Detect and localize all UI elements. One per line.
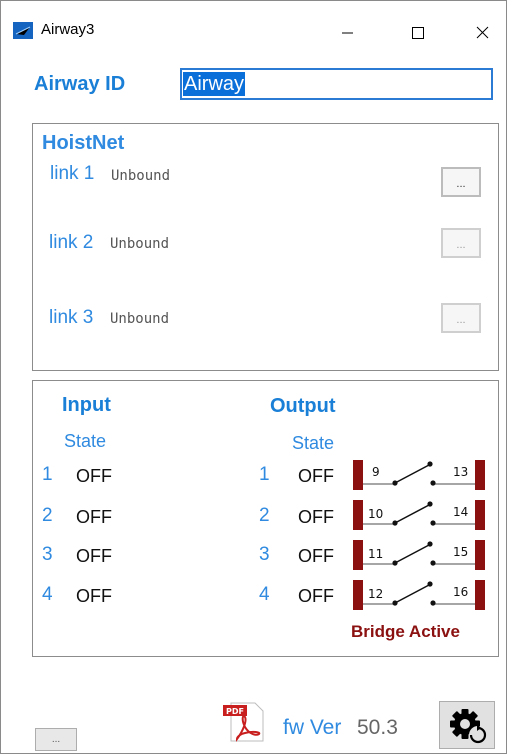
footer-more-button[interactable]: ... bbox=[35, 728, 77, 751]
window-title: Airway3 bbox=[41, 21, 95, 38]
airway-id-label: Airway ID bbox=[34, 73, 126, 95]
output-state-label: State bbox=[292, 433, 335, 453]
bridge-status: Bridge Active bbox=[351, 622, 460, 641]
input-4-number: 4 bbox=[42, 584, 53, 605]
relay-3-left-pin: 11 bbox=[368, 547, 383, 561]
output-4-number: 4 bbox=[259, 584, 270, 605]
minimize-icon bbox=[342, 32, 353, 34]
input-1-number: 1 bbox=[42, 464, 53, 485]
output-2-state: OFF bbox=[298, 507, 334, 527]
link-2-status: Unbound bbox=[110, 236, 170, 252]
minimize-button[interactable] bbox=[324, 9, 370, 49]
pdf-manual-icon[interactable]: PDF bbox=[223, 701, 265, 743]
close-icon bbox=[476, 26, 489, 39]
pdf-badge-text: PDF bbox=[226, 707, 244, 716]
firmware-version-value: 50.3 bbox=[357, 716, 398, 739]
output-1-state: OFF bbox=[298, 466, 334, 486]
link-1-label: link 1 bbox=[50, 163, 95, 184]
relay-2-left-pin: 10 bbox=[368, 507, 383, 521]
output-3-number: 3 bbox=[259, 544, 270, 565]
maximize-icon bbox=[412, 27, 424, 39]
app-logo-icon bbox=[13, 22, 33, 39]
input-1-state: OFF bbox=[76, 466, 112, 486]
airway-id-selected-text: Airway bbox=[183, 72, 246, 96]
relay-switch-1-icon: 9 13 bbox=[353, 460, 485, 490]
settings-refresh-button[interactable] bbox=[439, 701, 495, 749]
input-2-state: OFF bbox=[76, 507, 112, 527]
output-4-state: OFF bbox=[298, 586, 334, 606]
title-bar[interactable]: Airway3 bbox=[1, 1, 506, 57]
hoistnet-title: HoistNet bbox=[42, 132, 125, 154]
input-title: Input bbox=[62, 394, 111, 416]
link-2-label: link 2 bbox=[49, 232, 94, 253]
hoistnet-group bbox=[32, 123, 499, 371]
input-state-label: State bbox=[64, 431, 107, 451]
relay-1-right-pin: 13 bbox=[453, 465, 468, 479]
gear-refresh-icon bbox=[450, 709, 487, 744]
relay-4-left-pin: 12 bbox=[368, 587, 383, 601]
link-2-browse-button[interactable]: ... bbox=[441, 228, 481, 258]
input-3-number: 3 bbox=[42, 544, 53, 565]
output-3-state: OFF bbox=[298, 546, 334, 566]
input-2-number: 2 bbox=[42, 505, 53, 526]
maximize-button[interactable] bbox=[394, 9, 440, 49]
link-3-label: link 3 bbox=[49, 307, 94, 328]
relay-1-left-pin: 9 bbox=[372, 465, 380, 479]
airway3-window: Airway3 Airway ID Airway HoistNet link 1… bbox=[0, 0, 507, 754]
link-3-browse-button[interactable]: ... bbox=[441, 303, 481, 333]
relay-2-right-pin: 14 bbox=[453, 505, 468, 519]
input-3-state: OFF bbox=[76, 546, 112, 566]
relay-switch-4-icon: 12 16 bbox=[353, 580, 485, 610]
relay-3-right-pin: 15 bbox=[453, 545, 468, 559]
link-1-browse-button[interactable]: ... bbox=[441, 167, 481, 197]
relay-switch-3-icon: 11 15 bbox=[353, 540, 485, 570]
relay-4-right-pin: 16 bbox=[453, 585, 468, 599]
output-title: Output bbox=[270, 395, 336, 417]
output-1-number: 1 bbox=[259, 464, 270, 485]
relay-switch-2-icon: 10 14 bbox=[353, 500, 485, 530]
input-4-state: OFF bbox=[76, 586, 112, 606]
output-2-number: 2 bbox=[259, 505, 270, 526]
firmware-version-label: fw Ver bbox=[283, 716, 342, 739]
link-1-status: Unbound bbox=[111, 168, 171, 184]
link-3-status: Unbound bbox=[110, 311, 170, 327]
close-button[interactable] bbox=[459, 9, 505, 49]
